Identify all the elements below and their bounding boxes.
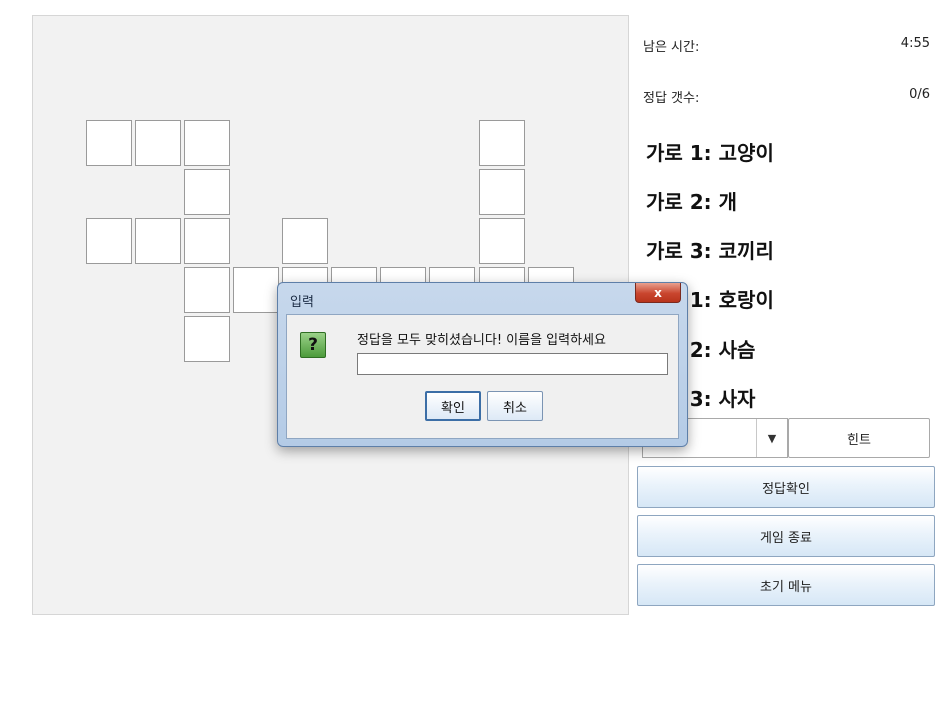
dialog-body: ? 정답을 모두 맞히셨습니다! 이름을 입력하세요 확인 취소: [286, 314, 679, 439]
quit-game-button[interactable]: 게임 종료: [637, 515, 935, 557]
grid-cell[interactable]: [282, 218, 328, 264]
correct-count-value: 0/6: [909, 87, 930, 102]
input-dialog: 입력 x ? 정답을 모두 맞히셨습니다! 이름을 입력하세요 확인 취소: [277, 282, 688, 447]
close-button[interactable]: x: [635, 283, 681, 303]
grid-cell[interactable]: [479, 120, 525, 166]
grid-cell[interactable]: [184, 218, 230, 264]
grid-cell[interactable]: [479, 169, 525, 215]
time-value: 4:55: [900, 36, 930, 51]
grid-cell[interactable]: [479, 218, 525, 264]
grid-cell[interactable]: [184, 120, 230, 166]
name-input[interactable]: [357, 353, 668, 375]
main-menu-button[interactable]: 초기 메뉴: [637, 564, 935, 606]
grid-cell[interactable]: [233, 267, 279, 313]
chevron-down-icon[interactable]: ▼: [756, 419, 787, 457]
correct-count-label: 정답 갯수:: [643, 91, 700, 106]
grid-cell[interactable]: [184, 316, 230, 362]
grid-cell[interactable]: [135, 120, 181, 166]
grid-cell[interactable]: [135, 218, 181, 264]
check-answer-button[interactable]: 정답확인: [637, 466, 935, 508]
question-icon: ?: [300, 332, 326, 358]
clue-across-2: 가로 2: 개: [646, 190, 738, 214]
grid-cell[interactable]: [86, 120, 132, 166]
clue-across-1: 가로 1: 고양이: [646, 141, 774, 165]
close-icon: x: [654, 285, 662, 300]
ok-button[interactable]: 확인: [425, 391, 481, 421]
dialog-title: 입력: [290, 295, 314, 310]
cancel-button[interactable]: 취소: [487, 391, 543, 421]
time-label: 남은 시간:: [643, 40, 700, 55]
grid-cell[interactable]: [184, 267, 230, 313]
grid-cell[interactable]: [86, 218, 132, 264]
clue-across-3: 가로 3: 코끼리: [646, 239, 774, 263]
dialog-message: 정답을 모두 맞히셨습니다! 이름을 입력하세요: [357, 333, 606, 348]
hint-button[interactable]: 힌트: [788, 418, 930, 458]
grid-cell[interactable]: [184, 169, 230, 215]
